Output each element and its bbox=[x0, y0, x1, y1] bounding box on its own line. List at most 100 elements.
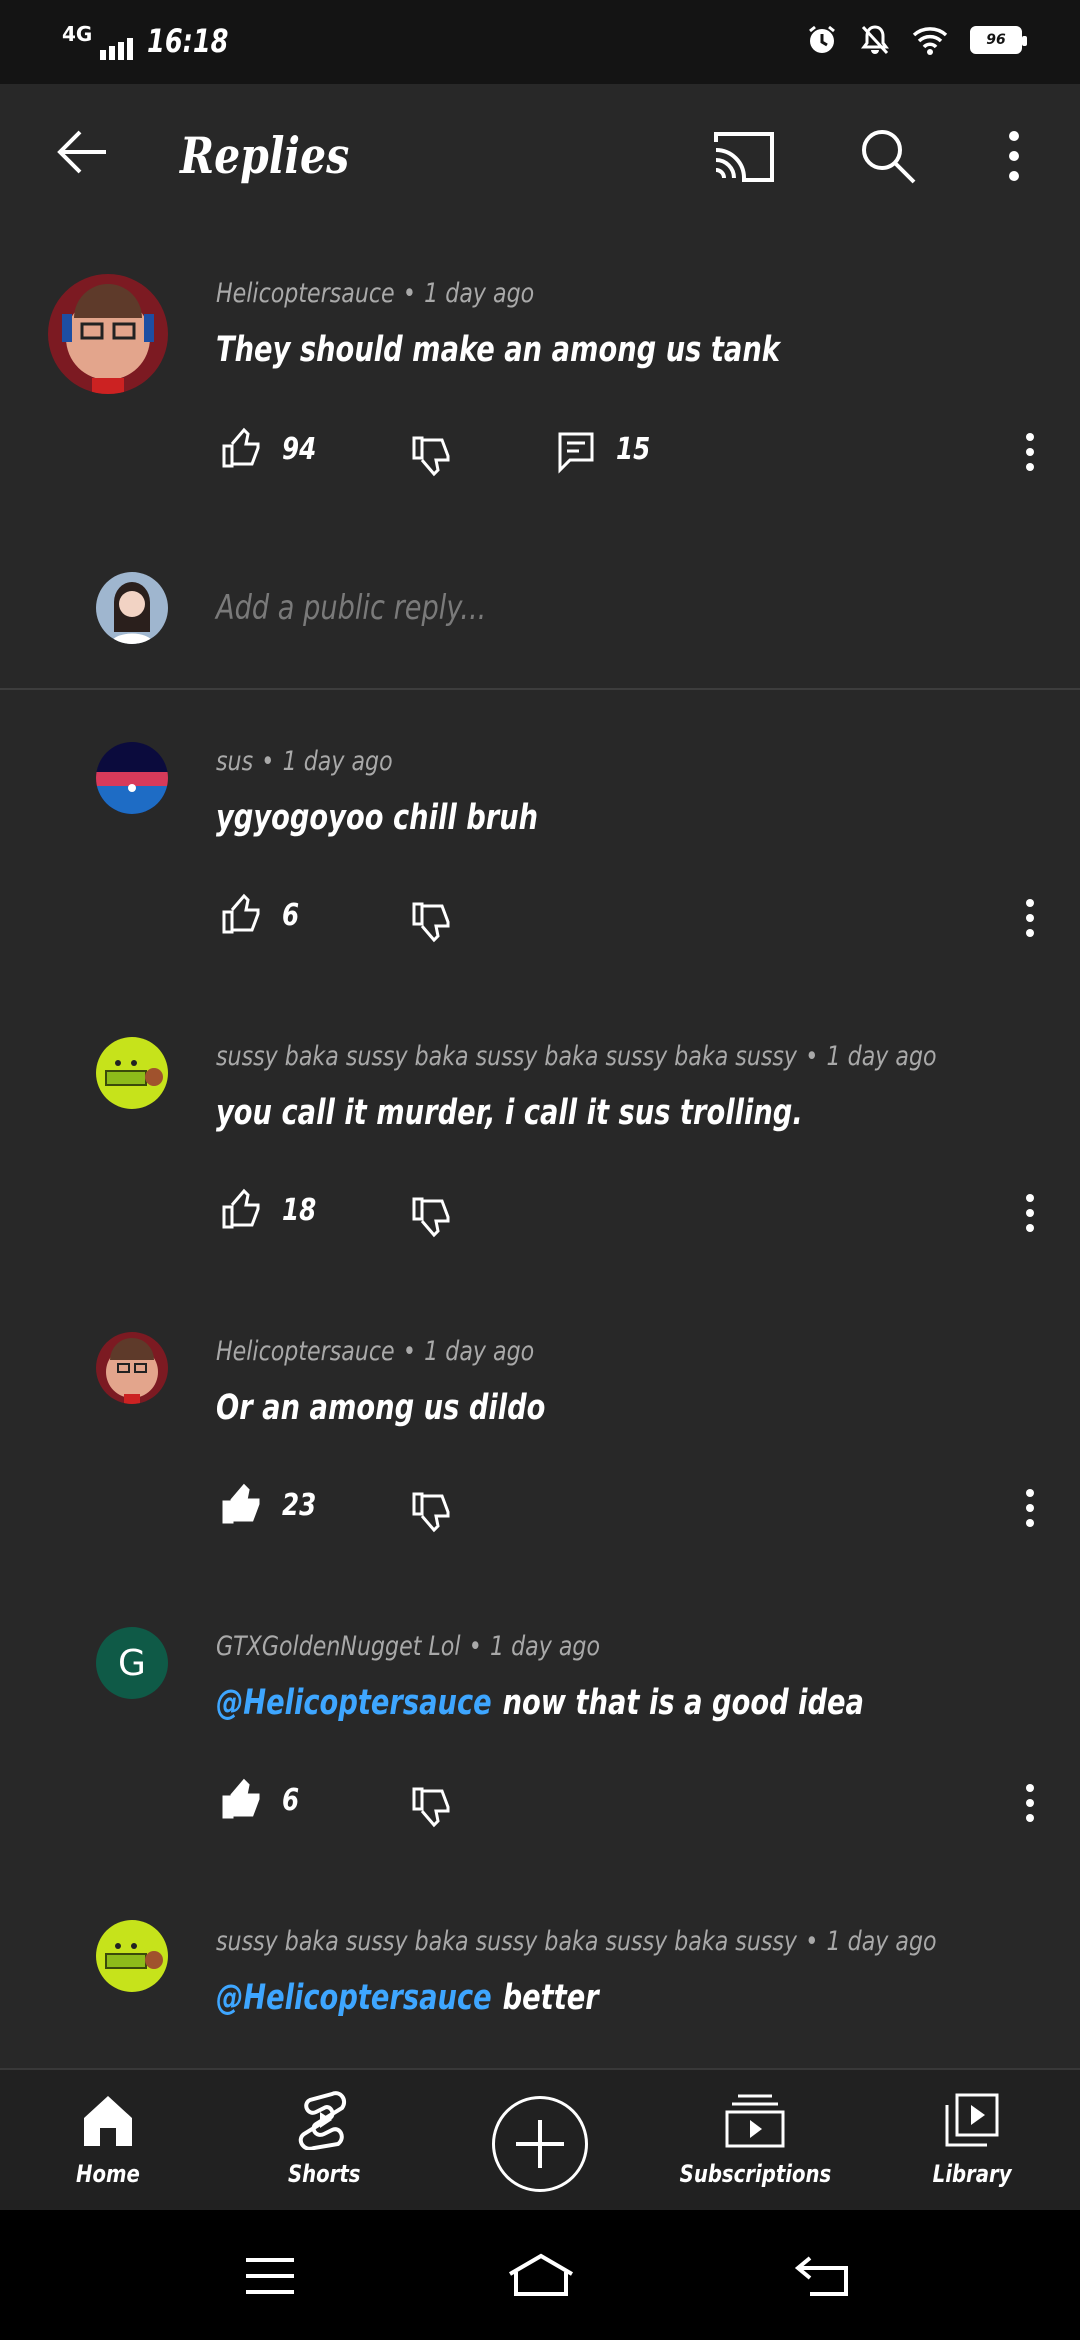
page-title: Replies bbox=[180, 126, 350, 185]
home-system-icon[interactable] bbox=[506, 2252, 576, 2298]
author-name[interactable]: Helicoptersauce bbox=[216, 1336, 395, 1367]
avatar[interactable] bbox=[96, 1037, 168, 1109]
mute-icon bbox=[861, 25, 889, 55]
status-time: 16:18 bbox=[147, 22, 229, 60]
back-arrow-icon[interactable] bbox=[52, 122, 112, 182]
nav-home-label: Home bbox=[76, 2160, 140, 2188]
app-bar: Replies bbox=[0, 84, 1080, 234]
battery-icon: 96 bbox=[970, 26, 1027, 54]
like-icon[interactable] bbox=[220, 426, 264, 470]
nav-shorts[interactable]: Shorts bbox=[264, 2070, 384, 2212]
comment-more-icon[interactable] bbox=[1020, 1488, 1040, 1528]
dislike-icon[interactable] bbox=[410, 1195, 454, 1239]
reply-item: sussy baka sussy baka sussy baka sussy b… bbox=[0, 1005, 1080, 1300]
reply-item: Helicoptersauce • 1 day ago Or an among us… bbox=[0, 1300, 1080, 1595]
menu-icon[interactable] bbox=[244, 2256, 296, 2296]
comment-meta: sussy baka sussy baka sussy baka sussy b… bbox=[216, 1926, 937, 1957]
comment-body: ygyogoyoo chill bruh bbox=[216, 798, 539, 838]
comment-meta: sus • 1 day ago bbox=[216, 746, 393, 777]
like-icon[interactable] bbox=[220, 892, 264, 936]
reply-icon[interactable] bbox=[556, 430, 596, 474]
like-count: 23 bbox=[282, 1488, 317, 1523]
comment-meta: Helicoptersauce • 1 day ago bbox=[216, 278, 535, 309]
comment-text: Or an among us dildo bbox=[216, 1388, 545, 1428]
more-options-icon[interactable] bbox=[1002, 128, 1026, 184]
dislike-icon[interactable] bbox=[410, 1785, 454, 1829]
user-avatar bbox=[96, 572, 168, 644]
comment-more-icon[interactable] bbox=[1020, 1783, 1040, 1823]
comment-time: 1 day ago bbox=[489, 1631, 601, 1662]
avatar[interactable] bbox=[48, 274, 168, 394]
battery-level: 96 bbox=[986, 32, 1006, 48]
like-count: 6 bbox=[282, 1783, 300, 1818]
comment-body: Or an among us dildo bbox=[216, 1388, 546, 1428]
shorts-icon bbox=[298, 2091, 347, 2150]
bottom-navigation: Home Shorts Subscriptions Library bbox=[0, 2068, 1080, 2210]
comment-time: 1 day ago bbox=[826, 1041, 937, 1072]
comment-text: you call it murder, i call it sus trolli… bbox=[216, 1093, 803, 1133]
comment-meta: GTXGoldenNugget Lol • 1 day ago bbox=[216, 1631, 601, 1662]
mention-link[interactable]: @Helicoptersauce bbox=[216, 1683, 492, 1723]
wifi-icon bbox=[912, 27, 948, 55]
reply-input[interactable]: Add a public reply... bbox=[216, 588, 486, 628]
comment-body: you call it murder, i call it sus trolli… bbox=[216, 1093, 803, 1133]
back-system-icon[interactable] bbox=[794, 2254, 852, 2298]
comment-more-icon[interactable] bbox=[1020, 432, 1040, 472]
comment-text: @Helicoptersauce better bbox=[216, 1978, 599, 2018]
nav-library[interactable]: Library bbox=[912, 2070, 1032, 2212]
system-navigation-bar bbox=[0, 2210, 1080, 2340]
avatar-letter: G bbox=[118, 1642, 146, 1684]
comment-actions: 18 bbox=[216, 1187, 1036, 1239]
like-filled-icon[interactable] bbox=[220, 1777, 264, 1821]
cast-icon[interactable] bbox=[712, 128, 776, 184]
plus-icon bbox=[516, 2120, 564, 2168]
network-type: 4G bbox=[62, 22, 93, 46]
like-filled-icon[interactable] bbox=[220, 1482, 264, 1526]
mention-link[interactable]: @Helicoptersauce bbox=[216, 1978, 492, 2018]
search-icon[interactable] bbox=[858, 126, 918, 186]
author-name[interactable]: sus bbox=[216, 746, 253, 777]
alarm-icon bbox=[809, 25, 835, 53]
comment-body: now that is a good idea bbox=[502, 1683, 864, 1723]
reply-item: sus • 1 day ago ygyogoyoo chill bruh 6 bbox=[0, 710, 1080, 1005]
author-name[interactable]: GTXGoldenNugget Lol bbox=[216, 1631, 460, 1662]
reply-item: sussy baka sussy baka sussy baka sussy b… bbox=[0, 1890, 1080, 2068]
comment-text: ygyogoyoo chill bruh bbox=[216, 798, 538, 838]
reply-count: 15 bbox=[616, 432, 651, 467]
like-icon[interactable] bbox=[220, 1187, 264, 1231]
library-icon bbox=[945, 2093, 999, 2147]
nav-subscriptions-label: Subscriptions bbox=[679, 2160, 831, 2188]
dislike-icon[interactable] bbox=[410, 1490, 454, 1534]
comment-actions: 6 bbox=[216, 1777, 1036, 1829]
avatar[interactable] bbox=[96, 1920, 168, 1992]
nav-subscriptions[interactable]: Subscriptions bbox=[679, 2070, 831, 2212]
avatar[interactable] bbox=[96, 742, 168, 814]
nav-home[interactable]: Home bbox=[48, 2070, 168, 2212]
parent-comment: Helicoptersauce • 1 day ago They should ma… bbox=[0, 234, 1080, 540]
comment-time: 1 day ago bbox=[424, 1336, 535, 1367]
dislike-icon[interactable] bbox=[410, 434, 454, 478]
comment-meta: sussy baka sussy baka sussy baka sussy b… bbox=[216, 1041, 937, 1072]
comment-text: They should make an among us tank bbox=[216, 330, 780, 370]
comment-time: 1 day ago bbox=[826, 1926, 937, 1957]
comment-time: 1 day ago bbox=[424, 278, 535, 309]
author-name[interactable]: Helicoptersauce bbox=[216, 278, 395, 309]
comment-more-icon[interactable] bbox=[1020, 1193, 1040, 1233]
subscriptions-icon bbox=[725, 2094, 785, 2148]
comment-meta: Helicoptersauce • 1 day ago bbox=[216, 1336, 535, 1367]
author-name[interactable]: sussy baka sussy baka sussy baka sussy b… bbox=[216, 1926, 797, 1957]
avatar[interactable]: G bbox=[96, 1627, 168, 1699]
status-bar: 4G 16:18 96 bbox=[0, 0, 1080, 84]
signal-indicator: 4G 16:18 bbox=[62, 22, 249, 60]
dislike-icon[interactable] bbox=[410, 900, 454, 944]
comment-more-icon[interactable] bbox=[1020, 898, 1040, 938]
avatar[interactable] bbox=[96, 1332, 168, 1404]
comment-actions: 94 15 bbox=[216, 426, 1036, 478]
like-count: 94 bbox=[282, 432, 317, 467]
create-button[interactable] bbox=[492, 2096, 588, 2192]
comment-actions: 6 bbox=[216, 892, 1036, 944]
reply-input-row: Add a public reply... bbox=[0, 540, 1080, 690]
author-name[interactable]: sussy baka sussy baka sussy baka sussy b… bbox=[216, 1041, 797, 1072]
comment-time: 1 day ago bbox=[282, 746, 393, 777]
like-count: 18 bbox=[282, 1193, 317, 1228]
